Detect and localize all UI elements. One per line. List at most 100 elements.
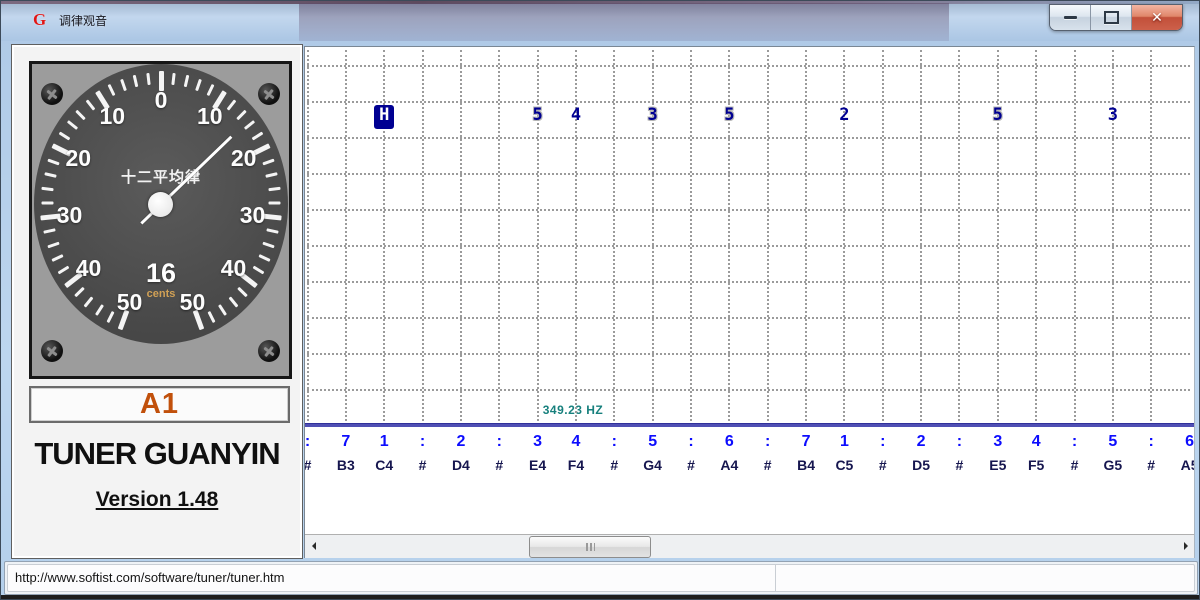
- grid-line-horizontal: [307, 281, 1190, 283]
- window-title: 调律观音: [59, 14, 108, 28]
- solfege-label: :: [688, 433, 694, 450]
- led-marker: 5: [992, 105, 1003, 125]
- grid-line-horizontal: [307, 389, 1190, 391]
- solfege-label: 2: [916, 433, 926, 450]
- note-name: F5: [1027, 457, 1045, 473]
- dial-scale-label: 10: [196, 102, 223, 129]
- note-column[interactable]: :#: [305, 433, 327, 479]
- app-logo-icon: G: [33, 10, 47, 29]
- scroll-left-button[interactable]: [306, 535, 321, 557]
- titlebar-glass-tint: [299, 3, 949, 41]
- dial-scale-label: 40: [220, 255, 247, 282]
- grid-line-vertical: [958, 50, 961, 421]
- note-column[interactable]: 5 G5: [1094, 433, 1132, 479]
- note-name: #: [495, 457, 504, 473]
- scrollbar-thumb[interactable]: [529, 536, 651, 558]
- solfege-label: :: [305, 433, 311, 450]
- note-column[interactable]: 4 F4: [557, 433, 595, 479]
- grid-line-vertical: [1073, 50, 1076, 421]
- note-name: D4: [451, 457, 470, 473]
- solfege-label: 5: [1108, 433, 1118, 450]
- maximize-button[interactable]: [1091, 5, 1132, 30]
- dial-tick: [244, 120, 256, 130]
- dial-scale-label: 40: [75, 255, 102, 282]
- grid-line-vertical: [766, 50, 769, 421]
- note-name: E4: [529, 457, 547, 473]
- note-column[interactable]: :#: [1132, 433, 1170, 479]
- titlebar[interactable]: G 调律观音 ✕: [1, 1, 1199, 41]
- grid-line-vertical: [690, 50, 692, 421]
- note-name: D5: [912, 457, 931, 473]
- grid-area[interactable]: 349.23 HZ H 5 4 3 5 2 5 3: [305, 47, 1194, 423]
- solfege-label: 5: [648, 433, 658, 450]
- horizontal-scrollbar[interactable]: [305, 534, 1194, 558]
- dial-scale-label: 0: [154, 87, 168, 113]
- note-name: B3: [336, 457, 355, 473]
- dial-tick: [132, 74, 139, 88]
- note-column[interactable]: 3 E4: [519, 433, 557, 479]
- dial-tick: [43, 228, 56, 234]
- grid-line-vertical: [920, 50, 923, 421]
- note-name: E5: [989, 457, 1007, 473]
- note-column[interactable]: 3 E5: [979, 433, 1017, 479]
- note-column[interactable]: :#: [749, 433, 787, 479]
- grid-line-horizontal: [307, 137, 1190, 139]
- note-column[interactable]: :#: [864, 433, 902, 479]
- solfege-label: 4: [571, 433, 581, 450]
- dial-scale-label: 50: [179, 288, 206, 315]
- note-column[interactable]: 2 D4: [442, 433, 480, 479]
- note-column[interactable]: 2 D5: [902, 433, 940, 479]
- scroll-left-icon: [311, 542, 316, 550]
- window-bottom-edge: [1, 595, 1199, 599]
- note-column[interactable]: 7 B3: [327, 433, 365, 479]
- note-column[interactable]: :#: [480, 433, 518, 479]
- close-button[interactable]: ✕: [1132, 5, 1182, 30]
- note-name: G4: [643, 457, 662, 473]
- dial-tick: [262, 241, 276, 248]
- minimize-button[interactable]: [1050, 5, 1091, 30]
- dial-tick: [58, 132, 71, 141]
- note-column[interactable]: 6 A4: [710, 433, 748, 479]
- solfege-label: :: [765, 433, 771, 450]
- grid-line-vertical: [344, 50, 347, 421]
- solfege-label: 2: [456, 433, 466, 450]
- note-column[interactable]: 7 B4: [787, 433, 825, 479]
- grid-line-horizontal: [307, 209, 1190, 211]
- status-bar: http://www.softist.com/software/tuner/tu…: [4, 561, 1198, 595]
- note-column[interactable]: :#: [1056, 433, 1094, 479]
- dial-tick: [251, 132, 264, 141]
- screw-icon: [258, 340, 280, 362]
- grid-line-horizontal: [307, 65, 1190, 67]
- note-column[interactable]: :#: [940, 433, 978, 479]
- frequency-label: 349.23 HZ: [542, 403, 604, 417]
- app-version-link[interactable]: Version 1.48: [12, 488, 302, 512]
- tuner-app-window: G 调律观音 ✕ 十二平均律 16 cents 0 10 10 20 20 30 30 40 4…: [0, 0, 1200, 600]
- solfege-label: 6: [724, 433, 734, 450]
- note-column[interactable]: 4 F5: [1017, 433, 1055, 479]
- note-column[interactable]: :#: [672, 433, 710, 479]
- note-name: #: [878, 457, 887, 473]
- grid-line-vertical: [459, 50, 462, 421]
- solfege-label: 3: [533, 433, 543, 450]
- scroll-right-button[interactable]: [1178, 535, 1193, 557]
- note-name: A5: [1180, 457, 1194, 473]
- note-name: #: [687, 457, 695, 473]
- dial-tick: [94, 304, 104, 316]
- solfege-label: 7: [341, 433, 351, 450]
- note-column[interactable]: :#: [404, 433, 442, 479]
- note-column[interactable]: 6A5: [1171, 433, 1194, 479]
- solfege-label: :: [1148, 433, 1154, 450]
- chart-divider-line: [305, 423, 1194, 427]
- solfege-label: 1: [379, 433, 389, 450]
- dial-scale-label: 30: [56, 201, 83, 228]
- note-column[interactable]: 1 C4: [365, 433, 403, 479]
- cents-unit-label: cents: [146, 288, 176, 300]
- note-column[interactable]: :#: [595, 433, 633, 479]
- screw-icon: [41, 83, 63, 105]
- scroll-right-icon: [1183, 542, 1188, 550]
- cents-gauge: 十二平均律 16 cents 0 10 10 20 20 30 30 40 40 50 50: [29, 61, 292, 379]
- note-column[interactable]: 5 G4: [634, 433, 672, 479]
- note-column[interactable]: 1 C5: [825, 433, 863, 479]
- dial-tick: [41, 186, 54, 192]
- solfege-label: :: [956, 433, 963, 450]
